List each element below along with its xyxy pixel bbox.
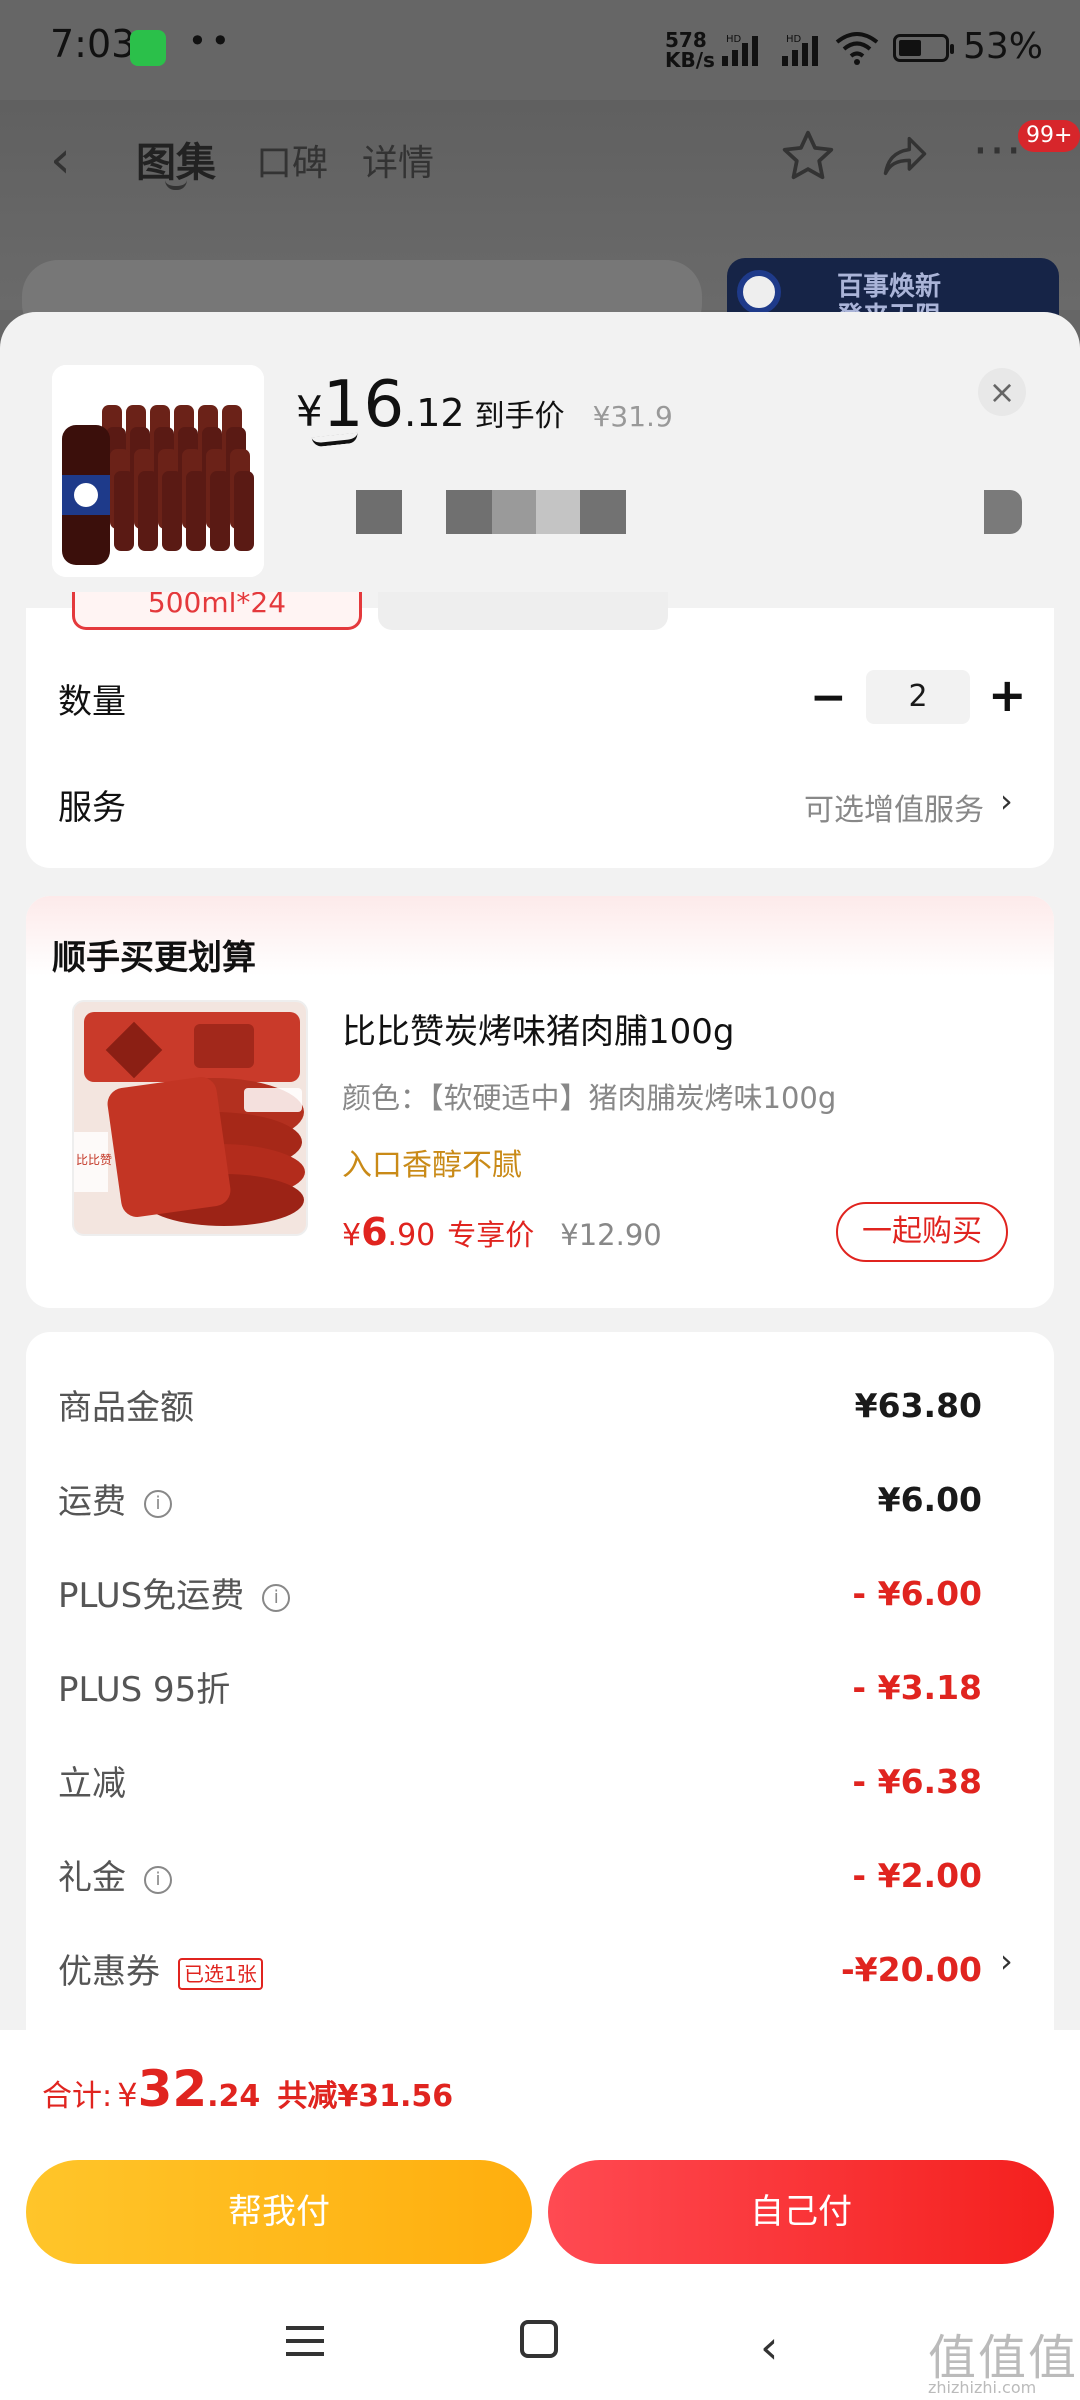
fee-row-label: 商品金额 — [58, 1388, 194, 1428]
fee-row-value: - ¥6.38 — [852, 1762, 982, 1801]
fee-row-value: - ¥2.00 — [852, 1856, 982, 1895]
order-total: 合计: ¥32.24 共减¥31.56 — [42, 2060, 454, 2118]
back-icon[interactable]: ‹ — [760, 2320, 778, 2374]
fee-row-value: ¥6.00 — [877, 1480, 982, 1519]
fee-row-label: 优惠券 已选1张 — [58, 1944, 263, 1993]
message-badge: 99+ — [1018, 120, 1080, 152]
variant-chip-selected[interactable]: 500ml*24 — [72, 592, 362, 630]
fee-row-label: 运费 i — [58, 1474, 172, 1523]
wifi-icon — [835, 32, 879, 65]
product-image — [52, 365, 264, 577]
addon-product-spec: 颜色：【软硬适中】猪肉脯炭烤味100g — [342, 1081, 837, 1115]
back-icon[interactable]: ‹ — [50, 130, 71, 190]
redacted-block — [356, 490, 402, 534]
coupon-selected-tag: 已选1张 — [178, 1957, 263, 1990]
buy-together-button[interactable]: 一起购买 — [836, 1202, 1008, 1262]
favorite-star-icon[interactable] — [780, 128, 836, 184]
info-icon[interactable]: i — [144, 1489, 172, 1518]
tab-details[interactable]: 详情 — [362, 134, 434, 186]
watermark-url: zhizhizhi.com — [928, 2378, 1037, 2397]
quantity-label: 数量 — [58, 682, 126, 722]
chevron-right-icon[interactable]: › — [1000, 1942, 1013, 1980]
svg-text:HD: HD — [786, 34, 802, 45]
signal-icon-2: HD — [782, 34, 818, 66]
quantity-stepper[interactable]: 2 — [866, 670, 970, 724]
fee-row-value[interactable]: -¥20.00 — [841, 1950, 982, 1989]
fee-row-label: 立减 — [58, 1764, 126, 1804]
addon-title: 顺手买更划算 — [52, 938, 256, 978]
redacted-block — [446, 490, 492, 534]
fee-row-value: ¥63.80 — [854, 1386, 982, 1425]
price-label: 到手价 — [474, 399, 565, 434]
fee-row-label: PLUS免运费 i — [58, 1568, 291, 1617]
original-price: ¥31.9 — [592, 400, 673, 433]
help-me-pay-button[interactable]: 帮我付 — [26, 2160, 532, 2264]
redacted-block — [580, 490, 626, 534]
pack-text: 比比赞 — [76, 1153, 112, 1167]
recent-apps-icon[interactable] — [286, 2326, 324, 2356]
fee-row-value: - ¥3.18 — [852, 1668, 982, 1707]
chevron-right-icon[interactable]: › — [1000, 782, 1013, 820]
redacted-block — [492, 490, 536, 534]
addon-price-label: 专享价 — [447, 1218, 535, 1252]
more-icon[interactable]: ⋯ — [972, 120, 1022, 178]
status-time: 7:03 — [50, 22, 136, 66]
close-icon[interactable]: × — [978, 368, 1026, 416]
battery-icon — [893, 34, 954, 62]
more-notifications-icon: •• — [188, 22, 234, 60]
info-icon[interactable]: i — [144, 1865, 172, 1894]
decrease-button[interactable]: − — [810, 672, 847, 723]
redacted-block — [536, 490, 580, 534]
addon-slogan: 入口香醇不腻 — [342, 1148, 522, 1183]
fee-row-value: - ¥6.00 — [852, 1574, 982, 1613]
wechat-notification-icon — [130, 30, 166, 66]
signal-icon: HD — [722, 34, 758, 66]
status-bar: 7:03 •• 578 KB/s HD HD 53% — [0, 0, 1080, 100]
fee-row-label: 礼金 i — [58, 1850, 172, 1899]
battery-percent: 53% — [963, 26, 1044, 67]
variant-chip[interactable] — [378, 592, 668, 630]
home-icon[interactable] — [520, 2320, 558, 2358]
addon-price: ¥6.90 专享价 ¥12.90 — [342, 1210, 662, 1254]
svg-text:HD: HD — [726, 34, 742, 45]
addon-product-name[interactable]: 比比赞炭烤味猪肉脯100g — [342, 1004, 734, 1053]
product-price: ¥16.12 到手价 ¥31.9 — [296, 368, 673, 442]
total-savings: 共减¥31.56 — [277, 2079, 454, 2114]
tab-reviews[interactable]: 口碑 — [256, 134, 328, 186]
net-speed: 578 KB/s — [665, 28, 715, 72]
options-card — [26, 608, 1054, 868]
tab-indicator — [165, 180, 187, 190]
service-option[interactable]: 可选增值服务 — [804, 785, 984, 829]
increase-button[interactable]: + — [988, 668, 1027, 722]
pepsi-logo — [737, 270, 781, 314]
service-label: 服务 — [58, 788, 126, 828]
share-icon[interactable] — [878, 130, 932, 182]
system-nav-bar: ‹ — [0, 2290, 1080, 2400]
addon-product-image[interactable]: 比比赞 — [72, 1000, 308, 1236]
info-icon[interactable]: i — [262, 1583, 291, 1612]
redacted-block — [984, 490, 1022, 534]
fee-row-label: PLUS 95折 — [58, 1670, 231, 1710]
pay-myself-button[interactable]: 自己付 — [548, 2160, 1054, 2264]
addon-original-price: ¥12.90 — [560, 1218, 662, 1252]
